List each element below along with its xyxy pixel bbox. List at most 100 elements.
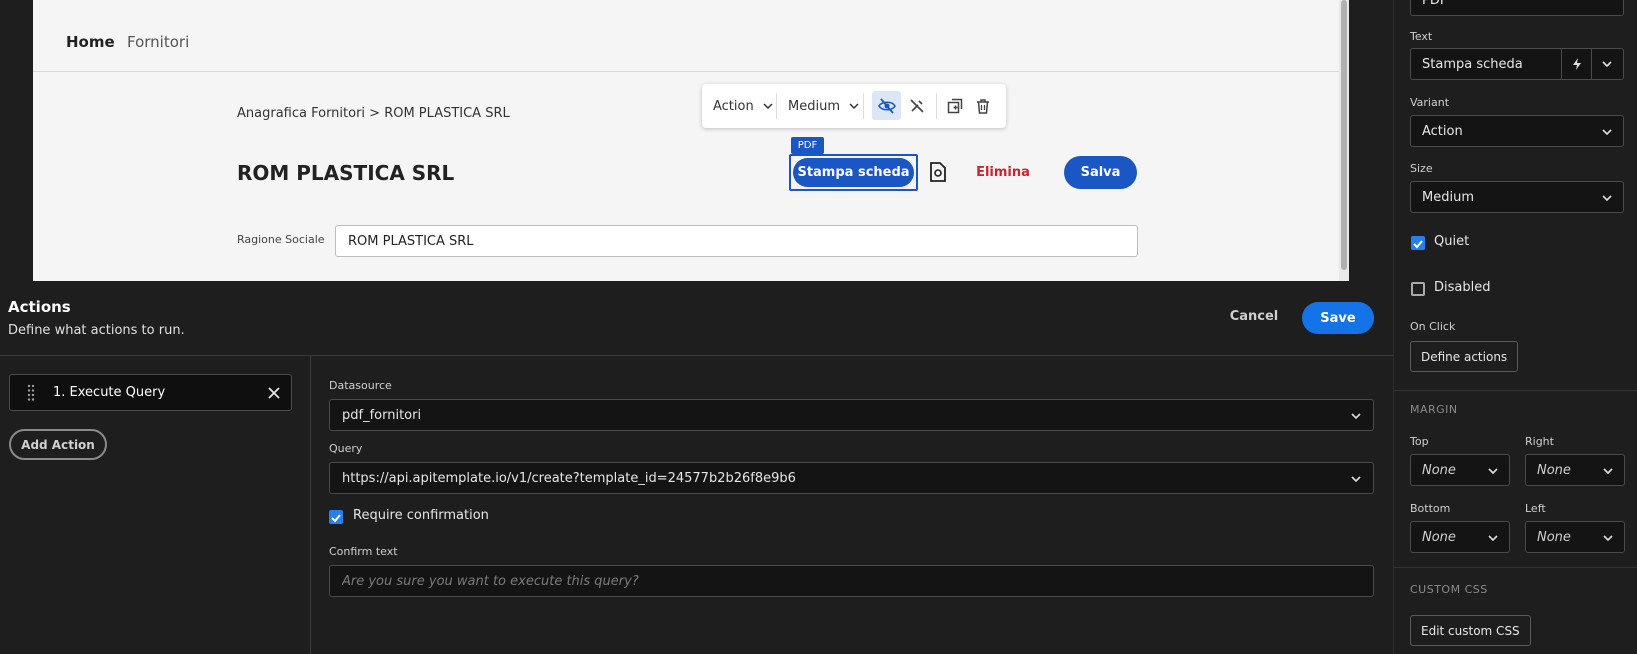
chevron-down-icon [1603, 468, 1613, 475]
query-select[interactable]: https://api.apitemplate.io/v1/create?tem… [329, 462, 1374, 494]
disabled-label: Disabled [1434, 280, 1491, 295]
properties-panel: PDF Text Stampa scheda Variant Action Si… [1393, 0, 1637, 654]
component-name-value: PDF [1422, 0, 1448, 8]
margin-left-value: None [1537, 530, 1571, 545]
quiet-checkbox[interactable] [1411, 236, 1425, 250]
elimina-button[interactable]: Elimina [963, 158, 1043, 187]
chevron-down-icon [1602, 195, 1612, 202]
binding-button[interactable] [1561, 49, 1591, 79]
cancel-button[interactable]: Cancel [1223, 302, 1285, 330]
component-name-tag: PDF [791, 137, 824, 154]
page-title: ROM PLASTICA SRL [237, 161, 455, 185]
chevron-down-icon [1488, 535, 1498, 542]
document-icon[interactable] [927, 161, 949, 183]
margin-top-select[interactable]: None [1410, 454, 1510, 486]
disabled-checkbox[interactable] [1411, 282, 1425, 296]
component-name-field[interactable]: PDF [1410, 0, 1624, 16]
divider [310, 356, 311, 654]
margin-top-value: None [1422, 463, 1456, 478]
query-value: https://api.apitemplate.io/v1/create?tem… [342, 471, 796, 486]
trash-icon [977, 99, 989, 114]
edit-custom-css-button[interactable]: Edit custom CSS [1410, 615, 1531, 646]
chevron-down-icon [1601, 61, 1612, 68]
datasource-select[interactable]: pdf_fornitori [329, 399, 1374, 431]
actions-dialog: Actions Define what actions to run. Canc… [0, 281, 1393, 654]
query-label: Query [329, 442, 363, 455]
save-button[interactable]: Save [1302, 302, 1374, 334]
actions-subtitle: Define what actions to run. [8, 323, 185, 338]
margin-bottom-value: None [1422, 530, 1456, 545]
drag-handle-icon[interactable] [27, 384, 35, 402]
datasource-value: pdf_fornitori [342, 408, 422, 423]
datasource-label: Datasource [329, 379, 392, 392]
margin-heading: MARGIN [1410, 403, 1458, 416]
margin-right-label: Right [1525, 435, 1554, 448]
app-preview: Home Fornitori Anagrafica Fornitori > RO… [33, 0, 1349, 281]
preview-scrollbar[interactable] [1339, 0, 1349, 281]
ragione-sociale-label: Ragione Sociale [237, 233, 325, 246]
quiet-label: Quiet [1434, 234, 1470, 249]
duplicate-button[interactable] [944, 95, 966, 117]
checkmark-icon [1413, 240, 1423, 249]
nav-fornitori-link[interactable]: Fornitori [127, 33, 189, 51]
ragione-sociale-input[interactable] [335, 225, 1138, 257]
chevron-down-icon [1602, 129, 1612, 136]
unlink-tool[interactable] [906, 95, 928, 117]
component-toolbar: Action Medium [702, 84, 1006, 128]
margin-top-label: Top [1410, 435, 1429, 448]
text-field[interactable]: Stampa scheda [1410, 48, 1624, 80]
variant-label: Action [713, 98, 754, 114]
variant-prop-label: Variant [1410, 96, 1450, 109]
margin-bottom-select[interactable]: None [1410, 521, 1510, 553]
require-confirmation-checkbox[interactable] [329, 510, 343, 524]
hide-toggle[interactable] [872, 91, 901, 120]
chevron-down-icon [1488, 468, 1498, 475]
text-value: Stampa scheda [1422, 57, 1523, 72]
checkmark-icon [331, 514, 341, 523]
lightning-icon [1572, 58, 1581, 70]
delete-button[interactable] [972, 95, 994, 117]
chevron-down-icon [1351, 476, 1361, 483]
salva-button[interactable]: Salva [1064, 156, 1137, 189]
stampa-scheda-button[interactable]: Stampa scheda [793, 158, 914, 187]
text-options-button[interactable] [1591, 49, 1621, 79]
size-label: Medium [788, 98, 840, 114]
variant-dropdown[interactable]: Action [713, 84, 774, 128]
confirm-text-label: Confirm text [329, 545, 398, 558]
tools-off-icon [910, 99, 924, 113]
action-list-item[interactable]: 1. Execute Query [9, 374, 292, 411]
size-dropdown[interactable]: Medium [788, 84, 860, 128]
divider [0, 355, 1393, 356]
nav-home-link[interactable]: Home [66, 33, 115, 51]
variant-select[interactable]: Action [1410, 115, 1624, 147]
margin-right-value: None [1537, 463, 1571, 478]
size-prop-label: Size [1410, 162, 1433, 175]
add-action-button[interactable]: Add Action [9, 429, 107, 460]
require-confirmation-label: Require confirmation [353, 508, 489, 523]
margin-bottom-label: Bottom [1410, 502, 1451, 515]
actions-title: Actions [8, 298, 71, 316]
close-icon[interactable] [265, 384, 283, 402]
top-nav: Home Fornitori [33, 0, 1339, 72]
variant-prop-value: Action [1422, 124, 1463, 139]
chevron-down-icon [1603, 535, 1613, 542]
eye-off-icon [877, 97, 896, 114]
scrollbar-thumb[interactable] [1341, 0, 1347, 270]
divider [1394, 390, 1637, 391]
size-select[interactable]: Medium [1410, 181, 1624, 213]
duplicate-icon [947, 98, 963, 114]
on-click-label: On Click [1410, 320, 1456, 333]
chevron-down-icon [1351, 413, 1361, 420]
size-prop-value: Medium [1422, 190, 1474, 205]
confirm-text-input[interactable] [329, 565, 1374, 597]
define-actions-button[interactable]: Define actions [1410, 341, 1519, 372]
breadcrumb: Anagrafica Fornitori > ROM PLASTICA SRL [237, 106, 510, 121]
margin-left-select[interactable]: None [1525, 521, 1625, 553]
margin-right-select[interactable]: None [1525, 454, 1625, 486]
chevron-down-icon [849, 103, 859, 110]
divider [1394, 567, 1637, 568]
chevron-down-icon [763, 103, 773, 110]
custom-css-heading: CUSTOM CSS [1410, 583, 1488, 596]
action-item-label: 1. Execute Query [53, 385, 166, 400]
text-label: Text [1410, 30, 1433, 43]
